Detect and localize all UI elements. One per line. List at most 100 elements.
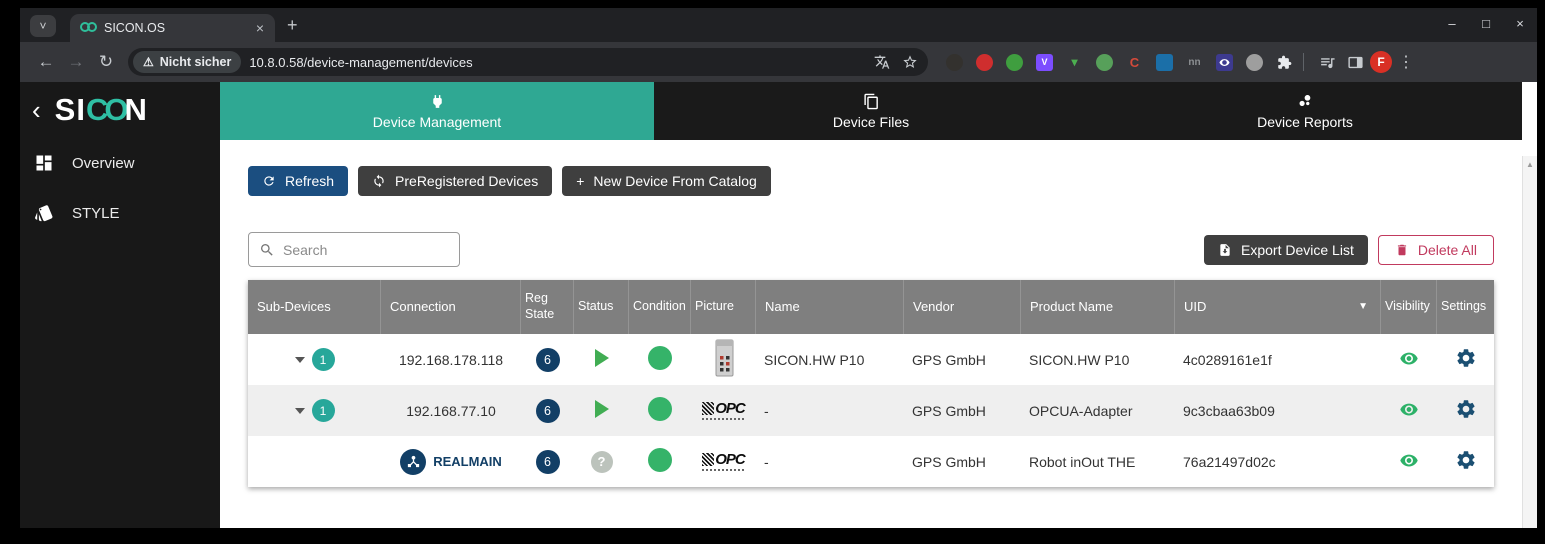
blue-extension-icon[interactable]	[1156, 54, 1173, 71]
col-name[interactable]: Name	[756, 280, 904, 334]
expand-caret-icon[interactable]	[295, 357, 305, 363]
new-tab-button[interactable]: +	[287, 15, 298, 36]
chevron-extension-icon[interactable]: ▾	[1066, 54, 1083, 71]
uid-cell: 4c0289161e1f	[1175, 334, 1381, 385]
new-device-from-catalog-button[interactable]: + New Device From Catalog	[562, 166, 771, 196]
forward-icon[interactable]: →	[62, 48, 90, 76]
col-connection[interactable]: Connection	[381, 280, 521, 334]
export-device-list-button[interactable]: Export Device List	[1204, 235, 1368, 265]
sub-device-name: REALMAIN	[433, 454, 502, 469]
url-text[interactable]: 10.8.0.58/device-management/devices	[249, 55, 864, 70]
expand-caret-icon[interactable]	[295, 408, 305, 414]
tab-label: Device Reports	[1257, 114, 1353, 130]
col-reg-state[interactable]: Reg State	[521, 280, 574, 334]
status-running-icon[interactable]	[595, 400, 609, 418]
maximize-button[interactable]: □	[1469, 8, 1503, 38]
app-area: ‹ SICON Overview STYLE Device Management	[20, 82, 1537, 528]
col-status[interactable]: Status	[574, 280, 629, 334]
extensions-puzzle-icon[interactable]	[1276, 54, 1293, 71]
refresh-button[interactable]: Refresh	[248, 166, 348, 196]
sidebar-item-overview[interactable]: Overview	[20, 138, 220, 188]
col-product-name[interactable]: Product Name	[1021, 280, 1175, 334]
table-row[interactable]: 1 192.168.77.10 6 OPC - GPS GmbH OPCUA-A…	[248, 385, 1494, 436]
profile-avatar[interactable]: F	[1370, 51, 1392, 73]
tab-title: SICON.OS	[104, 21, 245, 35]
tab-device-files[interactable]: Device Files	[654, 82, 1088, 140]
sort-icon[interactable]: ▼	[1358, 301, 1368, 314]
status-running-icon[interactable]	[595, 349, 609, 367]
col-sub-devices[interactable]: Sub-Devices	[248, 280, 381, 334]
sidebar-item-label: STYLE	[72, 205, 120, 222]
col-uid[interactable]: UID▼	[1175, 280, 1381, 334]
col-visibility[interactable]: Visibility	[1381, 280, 1437, 334]
sub-device-count-badge: 1	[312, 348, 335, 371]
device-management-content: Refresh PreRegistered Devices + New Devi…	[220, 140, 1522, 528]
search-input[interactable]	[283, 242, 433, 258]
sidebar-collapse-icon[interactable]: ‹	[28, 97, 45, 123]
col-condition[interactable]: Condition	[629, 280, 691, 334]
close-window-button[interactable]: ×	[1503, 8, 1537, 38]
condition-ok-icon	[648, 448, 672, 472]
col-vendor[interactable]: Vendor	[904, 280, 1021, 334]
eye-extension-icon[interactable]	[1216, 54, 1233, 71]
name-cell: SICON.HW P10	[756, 334, 904, 385]
settings-gear-icon[interactable]	[1455, 398, 1477, 420]
green-extension-icon[interactable]	[1006, 54, 1023, 71]
browser-toolbar: ← → ↻ ⚠ Nicht sicher 10.8.0.58/device-ma…	[20, 42, 1537, 82]
security-chip[interactable]: ⚠ Nicht sicher	[133, 51, 241, 73]
minimize-button[interactable]: –	[1435, 8, 1469, 38]
c-extension-icon[interactable]: C	[1126, 54, 1143, 71]
media-controls-icon[interactable]	[1314, 49, 1340, 75]
export-file-icon	[1218, 243, 1232, 257]
v-extension-icon[interactable]: V	[1036, 54, 1053, 71]
browser-menu-icon[interactable]: ⋮	[1394, 52, 1418, 72]
tab-label: Device Files	[833, 114, 909, 130]
dark-extension-icon[interactable]	[946, 54, 963, 71]
translate-icon[interactable]	[872, 52, 892, 72]
col-settings[interactable]: Settings	[1437, 280, 1494, 334]
shield-extension-icon[interactable]	[1246, 54, 1263, 71]
preregistered-devices-button[interactable]: PreRegistered Devices	[358, 166, 552, 196]
col-picture[interactable]: Picture	[691, 280, 756, 334]
table-row-sub-device[interactable]: REALMAIN 6 ? OPC - GPS GmbH Robot inOut …	[248, 436, 1494, 487]
visibility-eye-icon[interactable]	[1396, 451, 1422, 470]
bug-extension-icon[interactable]	[1096, 54, 1113, 71]
device-hub-icon	[400, 449, 426, 475]
uid-cell: 76a21497d02c	[1175, 436, 1381, 487]
scroll-up-icon[interactable]: ▲	[1526, 160, 1534, 169]
sidebar-item-style[interactable]: STYLE	[20, 188, 220, 238]
refresh-icon	[262, 174, 276, 188]
search-icon	[259, 242, 275, 258]
table-row[interactable]: 1 192.168.178.118 6 SICON.HW P10 GPS Gmb…	[248, 334, 1494, 385]
sidebar-item-label: Overview	[72, 155, 135, 172]
sync-icon	[372, 174, 386, 188]
back-icon[interactable]: ←	[32, 48, 60, 76]
adblock-extension-icon[interactable]	[976, 54, 993, 71]
settings-gear-icon[interactable]	[1455, 449, 1477, 471]
tab-device-management[interactable]: Device Management	[220, 82, 654, 140]
condition-ok-icon	[648, 397, 672, 421]
tab-close-icon[interactable]: ×	[253, 20, 267, 36]
warning-icon: ⚠	[143, 55, 154, 69]
bookmark-star-icon[interactable]	[900, 52, 920, 72]
connection-cell: 192.168.77.10	[381, 385, 521, 436]
browser-tab[interactable]: SICON.OS ×	[70, 14, 275, 42]
side-panel-icon[interactable]	[1342, 49, 1368, 75]
delete-all-button[interactable]: Delete All	[1378, 235, 1494, 265]
product-name-cell: SICON.HW P10	[1021, 334, 1175, 385]
tab-search-button[interactable]: ˅	[30, 15, 56, 37]
settings-gear-icon[interactable]	[1455, 347, 1477, 369]
page-scrollbar[interactable]: ▲	[1522, 156, 1537, 528]
tab-label: Device Management	[373, 114, 501, 130]
tab-device-reports[interactable]: Device Reports	[1088, 82, 1522, 140]
browser-titlebar: ˅ SICON.OS × + – □ ×	[20, 8, 1537, 42]
reload-icon[interactable]: ↻	[92, 48, 120, 76]
visibility-eye-icon[interactable]	[1396, 349, 1422, 368]
reg-state-badge: 6	[536, 399, 560, 423]
nn-extension-icon[interactable]: nn	[1186, 54, 1203, 71]
search-box[interactable]	[248, 232, 460, 267]
address-bar[interactable]: ⚠ Nicht sicher 10.8.0.58/device-manageme…	[128, 48, 928, 76]
visibility-eye-icon[interactable]	[1396, 400, 1422, 419]
opc-ua-logo: OPC	[702, 452, 745, 471]
bubble-chart-icon	[1297, 93, 1314, 110]
